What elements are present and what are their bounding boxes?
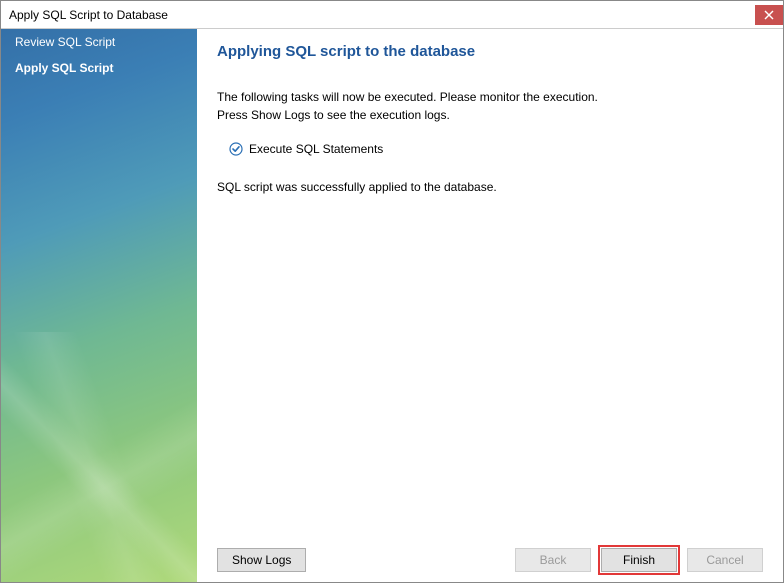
check-icon	[229, 142, 243, 156]
footer: Show Logs Back Finish Cancel	[217, 540, 763, 572]
sidebar-item-label: Review SQL Script	[15, 35, 115, 49]
content-body: The following tasks will now be executed…	[217, 88, 763, 540]
cancel-button: Cancel	[687, 548, 763, 572]
sidebar-item-apply-sql-script[interactable]: Apply SQL Script	[1, 55, 197, 81]
close-button[interactable]	[755, 5, 783, 25]
task-label: Execute SQL Statements	[249, 140, 383, 158]
sidebar-item-review-sql-script[interactable]: Review SQL Script	[1, 29, 197, 55]
instruction-line-2: Press Show Logs to see the execution log…	[217, 106, 763, 124]
main-container: Review SQL Script Apply SQL Script Apply…	[1, 29, 783, 582]
titlebar: Apply SQL Script to Database	[1, 1, 783, 29]
task-row: Execute SQL Statements	[229, 140, 763, 158]
success-message: SQL script was successfully applied to t…	[217, 178, 763, 196]
back-button: Back	[515, 548, 591, 572]
sidebar-item-label: Apply SQL Script	[15, 61, 113, 75]
sidebar: Review SQL Script Apply SQL Script	[1, 29, 197, 582]
window-title: Apply SQL Script to Database	[9, 8, 168, 22]
show-logs-button[interactable]: Show Logs	[217, 548, 306, 572]
content-panel: Applying SQL script to the database The …	[197, 29, 783, 582]
page-heading: Applying SQL script to the database	[217, 43, 763, 60]
finish-button[interactable]: Finish	[601, 548, 677, 572]
close-icon	[764, 10, 774, 20]
instruction-line-1: The following tasks will now be executed…	[217, 88, 763, 106]
instruction-text: The following tasks will now be executed…	[217, 88, 763, 124]
